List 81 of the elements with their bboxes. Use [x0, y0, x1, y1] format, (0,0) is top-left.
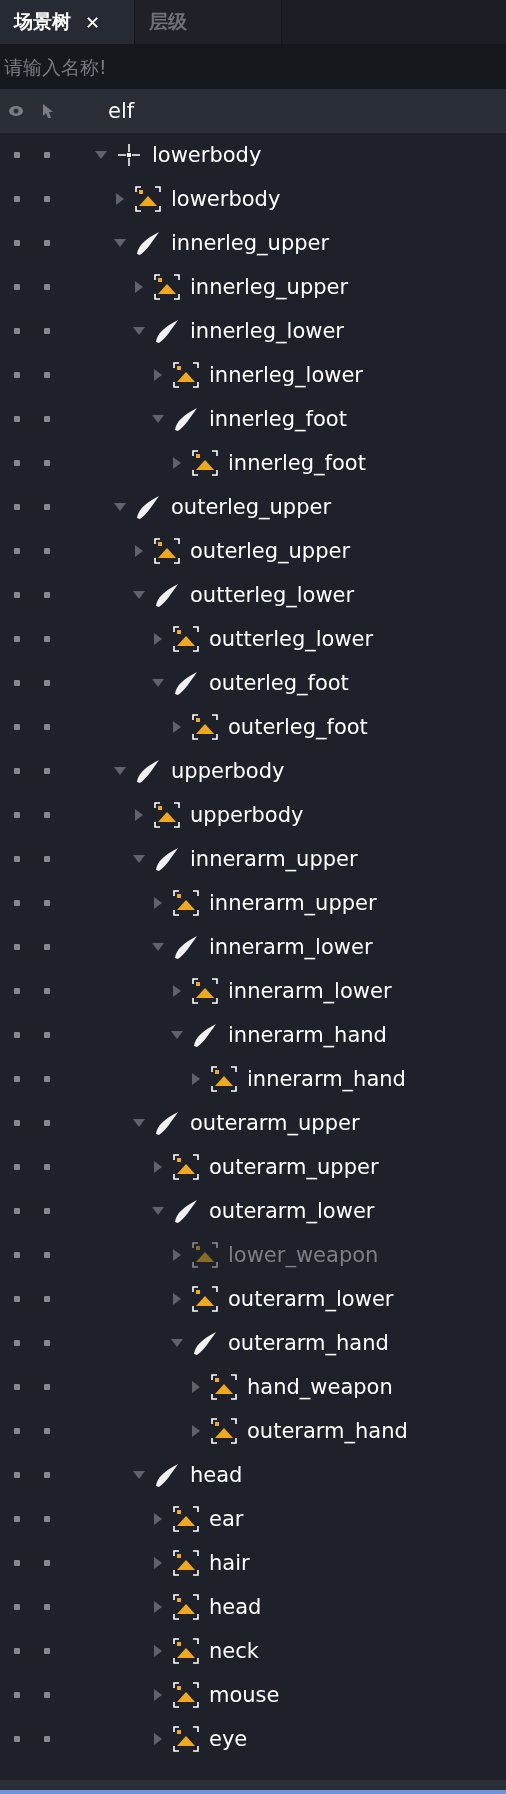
node-label[interactable]: neck	[209, 1639, 259, 1663]
bone-icon	[135, 758, 161, 784]
node-label[interactable]: outerarm_upper	[190, 1111, 360, 1135]
crosshair-icon	[116, 142, 142, 168]
tree-row[interactable]: elf	[0, 89, 506, 133]
node-label[interactable]: innerleg_upper	[171, 231, 330, 255]
eye-icon[interactable]	[8, 105, 24, 117]
node-label[interactable]: head	[209, 1595, 262, 1619]
image-icon	[192, 978, 218, 1004]
bone-icon	[192, 1330, 218, 1356]
node-label[interactable]: outerarm_hand	[228, 1331, 389, 1355]
bone-icon	[135, 494, 161, 520]
node-label: elf	[108, 99, 135, 123]
tab[interactable]: 场景树 ✕	[0, 0, 135, 44]
node-label[interactable]: innerarm_hand	[247, 1067, 406, 1091]
image-icon	[173, 1726, 199, 1752]
node-label[interactable]: innerarm_lower	[209, 935, 373, 959]
image-icon	[173, 362, 199, 388]
image-icon	[192, 450, 218, 476]
node-label[interactable]: outerarm_lower	[228, 1287, 394, 1311]
node-label[interactable]: innerleg_foot	[228, 451, 366, 475]
bone-icon	[154, 846, 180, 872]
search-field[interactable]: 请输入名称!	[0, 45, 506, 89]
node-label[interactable]: lowerbody	[171, 187, 281, 211]
node-label[interactable]: innerleg_lower	[209, 363, 363, 387]
bone-icon	[192, 1022, 218, 1048]
node-label[interactable]: head	[190, 1463, 243, 1487]
node-label[interactable]: innerarm_upper	[190, 847, 358, 871]
node-label[interactable]: innerarm_upper	[209, 891, 377, 915]
image-icon	[154, 274, 180, 300]
node-label[interactable]: outerleg_foot	[228, 715, 368, 739]
node-label[interactable]: innerleg_foot	[209, 407, 347, 431]
bone-icon	[154, 582, 180, 608]
bone-icon	[173, 1198, 199, 1224]
bone-icon	[173, 934, 199, 960]
node-label[interactable]: lowerbody	[152, 143, 262, 167]
node-label[interactable]: outerleg_foot	[209, 671, 349, 695]
node-label[interactable]: outterleg_lower	[190, 583, 355, 607]
image-icon	[211, 1418, 237, 1444]
image-icon	[173, 1638, 199, 1664]
bone-icon	[154, 1462, 180, 1488]
node-label[interactable]: outerarm_lower	[209, 1199, 375, 1223]
image-icon	[173, 890, 199, 916]
node-label[interactable]: outerarm_upper	[209, 1155, 379, 1179]
cursor-icon[interactable]	[42, 103, 54, 119]
node-label[interactable]: innerleg_upper	[190, 275, 349, 299]
tab-label: 场景树	[14, 9, 71, 34]
image-icon	[173, 1594, 199, 1620]
bone-icon	[154, 1110, 180, 1136]
node-label[interactable]: hand_weapon	[247, 1375, 393, 1399]
image-icon	[192, 714, 218, 740]
node-label[interactable]: upperbody	[171, 759, 285, 783]
image-icon	[211, 1066, 237, 1092]
node-label[interactable]: outerleg_upper	[190, 539, 351, 563]
image-icon	[173, 1506, 199, 1532]
bone-icon	[173, 406, 199, 432]
node-label[interactable]: innerarm_hand	[228, 1023, 387, 1047]
node-label[interactable]: hair	[209, 1551, 250, 1575]
image-icon	[154, 802, 180, 828]
node-label[interactable]: innerleg_lower	[190, 319, 344, 343]
node-label[interactable]: eye	[209, 1727, 248, 1751]
bone-icon	[173, 670, 199, 696]
node-label[interactable]: outterleg_lower	[209, 627, 374, 651]
bone-icon	[135, 230, 161, 256]
node-label[interactable]: mouse	[209, 1683, 280, 1707]
image-icon	[154, 538, 180, 564]
bone-icon	[154, 318, 180, 344]
close-icon[interactable]: ✕	[85, 11, 101, 33]
image-icon	[173, 626, 199, 652]
tab-label: 层级	[149, 9, 187, 34]
image-icon	[192, 1286, 218, 1312]
image-icon	[173, 1550, 199, 1576]
node-label[interactable]: ear	[209, 1507, 244, 1531]
node-label[interactable]: innerarm_lower	[228, 979, 392, 1003]
image-icon	[173, 1154, 199, 1180]
image-icon	[173, 1682, 199, 1708]
image-icon	[135, 186, 161, 212]
image-icon	[211, 1374, 237, 1400]
node-label[interactable]: outerarm_hand	[247, 1419, 408, 1443]
node-label[interactable]: upperbody	[190, 803, 304, 827]
node-label[interactable]: outerleg_upper	[171, 495, 332, 519]
